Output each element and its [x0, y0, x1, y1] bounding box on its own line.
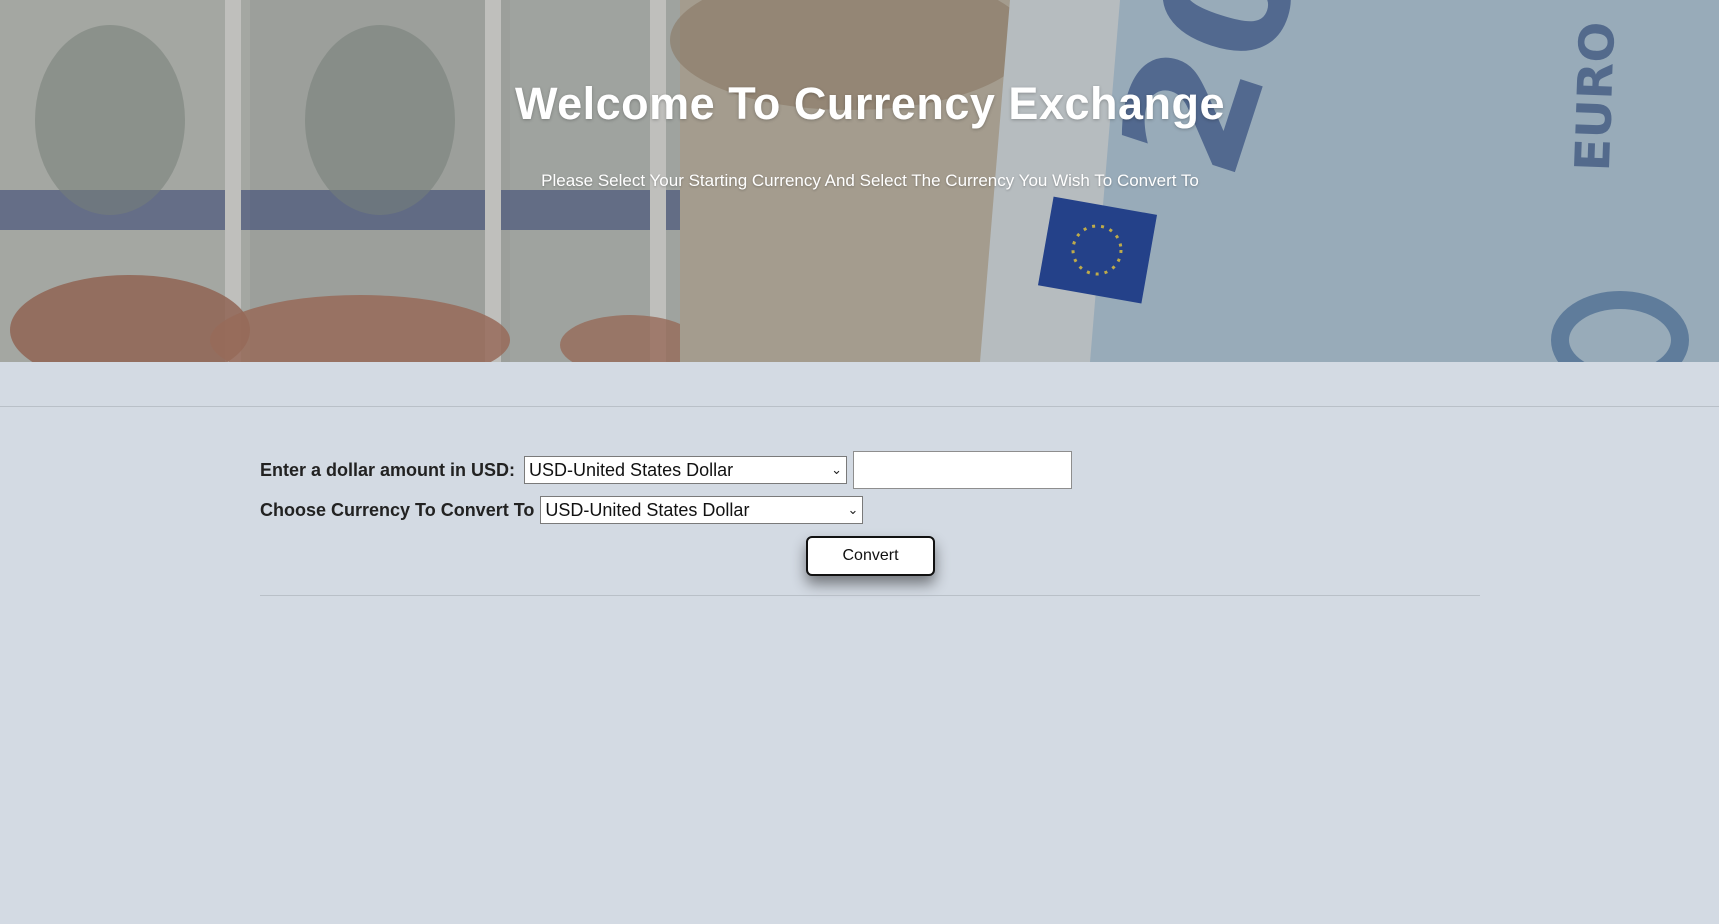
- chevron-down-icon: ⌄: [847, 502, 859, 517]
- chevron-down-icon: ⌄: [831, 462, 843, 477]
- from-currency-select[interactable]: USD-United States Dollar ⌄: [524, 456, 848, 484]
- amount-label: Enter a dollar amount in USD:: [260, 459, 516, 480]
- form-divider: [260, 595, 1480, 596]
- hero-banner: 20 EURO Welcome To Currency Exchange Ple…: [0, 0, 1719, 362]
- convert-to-label: Choose Currency To Convert To: [260, 499, 535, 520]
- amount-input[interactable]: [853, 451, 1073, 489]
- to-currency-value: USD-United States Dollar: [545, 500, 750, 520]
- convert-to-row: Choose Currency To Convert To USD-United…: [260, 496, 864, 524]
- from-currency-value: USD-United States Dollar: [529, 460, 734, 480]
- page-title: Welcome To Currency Exchange: [514, 78, 1226, 129]
- to-currency-select[interactable]: USD-United States Dollar ⌄: [540, 496, 864, 524]
- convert-button[interactable]: Convert: [806, 536, 935, 576]
- amount-row: Enter a dollar amount in USD: USD-United…: [260, 451, 1073, 489]
- page-subtitle: Please Select Your Starting Currency And…: [541, 171, 1199, 190]
- section-divider: [0, 406, 1719, 407]
